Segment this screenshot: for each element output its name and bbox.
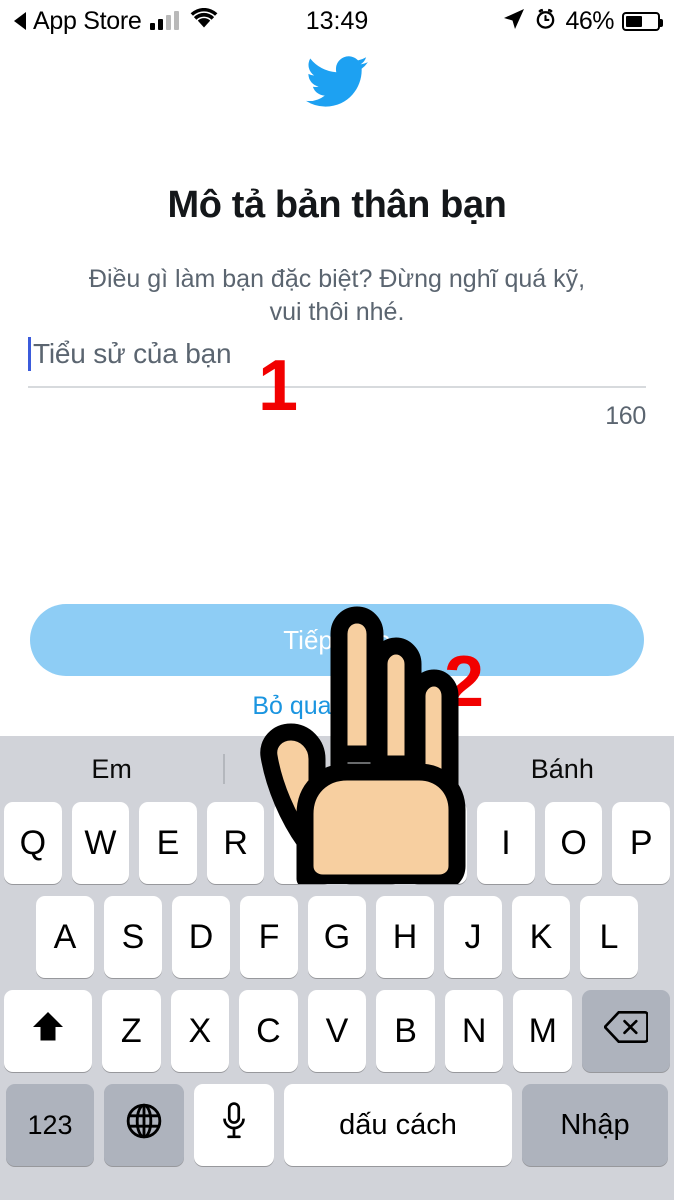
backspace-icon: [603, 1010, 649, 1053]
page-title: Mô tả bản thân bạn: [167, 184, 507, 226]
key-u[interactable]: U: [409, 802, 468, 884]
twitter-bird-icon: [306, 56, 368, 107]
key-l[interactable]: L: [580, 896, 638, 978]
enter-key[interactable]: Nhập: [522, 1084, 668, 1166]
key-w[interactable]: W: [71, 802, 130, 884]
phone-screen: App Store 13:49 46% Mô tả bản thân bạn Đ…: [0, 0, 674, 1200]
signup-bio-screen: Mô tả bản thân bạn Điều gì làm bạn đặc b…: [0, 42, 674, 736]
key-y[interactable]: Y: [342, 802, 400, 884]
skip-for-now-link[interactable]: Bỏ qua bây giờ: [0, 692, 674, 721]
character-counter: 160: [605, 402, 646, 430]
key-b[interactable]: B: [376, 990, 435, 1072]
keyboard-row-4: 123 dấu cách Nhập: [0, 1084, 674, 1166]
key-f[interactable]: F: [240, 896, 298, 978]
globe-icon: [125, 1102, 163, 1149]
key-j[interactable]: J: [444, 896, 502, 978]
key-i[interactable]: I: [477, 802, 535, 884]
shift-key[interactable]: [3, 990, 92, 1072]
battery-icon: [622, 11, 663, 31]
numbers-key[interactable]: 123: [6, 1084, 94, 1166]
page-subtitle: Điều gì làm bạn đặc biệt? Đừng nghĩ quá …: [88, 265, 586, 327]
virtual-keyboard: Em Bánh Q W E R T Y U I O P A S D F G H …: [0, 736, 674, 1200]
microphone-icon: [221, 1101, 247, 1149]
location-arrow-icon: [502, 7, 526, 36]
bio-field-wrapper: Tiểu sử của bạn 160: [28, 332, 646, 431]
bio-input-underline: [28, 386, 646, 388]
key-r[interactable]: R: [206, 802, 265, 884]
dictation-key[interactable]: [194, 1084, 274, 1166]
keyboard-row-1: Q W E R T Y U I O P: [0, 802, 674, 884]
shift-arrow-icon: [29, 1009, 67, 1054]
alarm-clock-icon: [534, 7, 557, 35]
status-bar-app-name: App Store: [33, 6, 142, 35]
key-t[interactable]: T: [274, 802, 332, 884]
status-bar-right-group: 46%: [502, 6, 663, 36]
bio-input-placeholder: Tiểu sử của bạn: [33, 338, 232, 369]
back-caret-icon: [14, 12, 26, 30]
key-a[interactable]: A: [36, 896, 94, 978]
key-v[interactable]: V: [307, 990, 367, 1072]
key-d[interactable]: D: [172, 896, 230, 978]
key-z[interactable]: Z: [101, 990, 161, 1072]
key-g[interactable]: G: [308, 896, 366, 978]
bio-input[interactable]: Tiểu sử của bạn: [28, 332, 646, 376]
wifi-icon: [190, 7, 218, 34]
prediction-item[interactable]: Bánh: [451, 754, 674, 785]
next-button[interactable]: Tiếp theo: [30, 604, 644, 676]
key-n[interactable]: N: [444, 990, 504, 1072]
battery-percentage: 46%: [565, 6, 614, 35]
keyboard-row-3: Z X C V B N M: [0, 990, 674, 1072]
keyboard-row-2: A S D F G H J K L: [0, 896, 674, 978]
backspace-key[interactable]: [582, 990, 671, 1072]
signal-bars-icon: [150, 11, 180, 30]
key-p[interactable]: P: [612, 802, 670, 884]
annotation-step-2: 2: [444, 642, 485, 722]
key-o[interactable]: O: [544, 802, 603, 884]
key-h[interactable]: H: [376, 896, 434, 978]
globe-key[interactable]: [104, 1084, 184, 1166]
key-k[interactable]: K: [512, 896, 570, 978]
key-c[interactable]: C: [239, 990, 298, 1072]
key-m[interactable]: M: [513, 990, 573, 1072]
prediction-separator: [223, 754, 226, 784]
predictive-text-bar: Em Bánh: [0, 736, 674, 802]
prediction-item[interactable]: Em: [0, 754, 223, 785]
key-x[interactable]: X: [170, 990, 230, 1072]
key-e[interactable]: E: [139, 802, 197, 884]
status-bar: App Store 13:49 46%: [0, 0, 674, 42]
key-s[interactable]: S: [104, 896, 162, 978]
annotation-step-1: 1: [258, 346, 299, 426]
space-key[interactable]: dấu cách: [284, 1084, 512, 1166]
status-bar-back-to-app[interactable]: App Store: [14, 7, 218, 36]
key-q[interactable]: Q: [4, 802, 62, 884]
